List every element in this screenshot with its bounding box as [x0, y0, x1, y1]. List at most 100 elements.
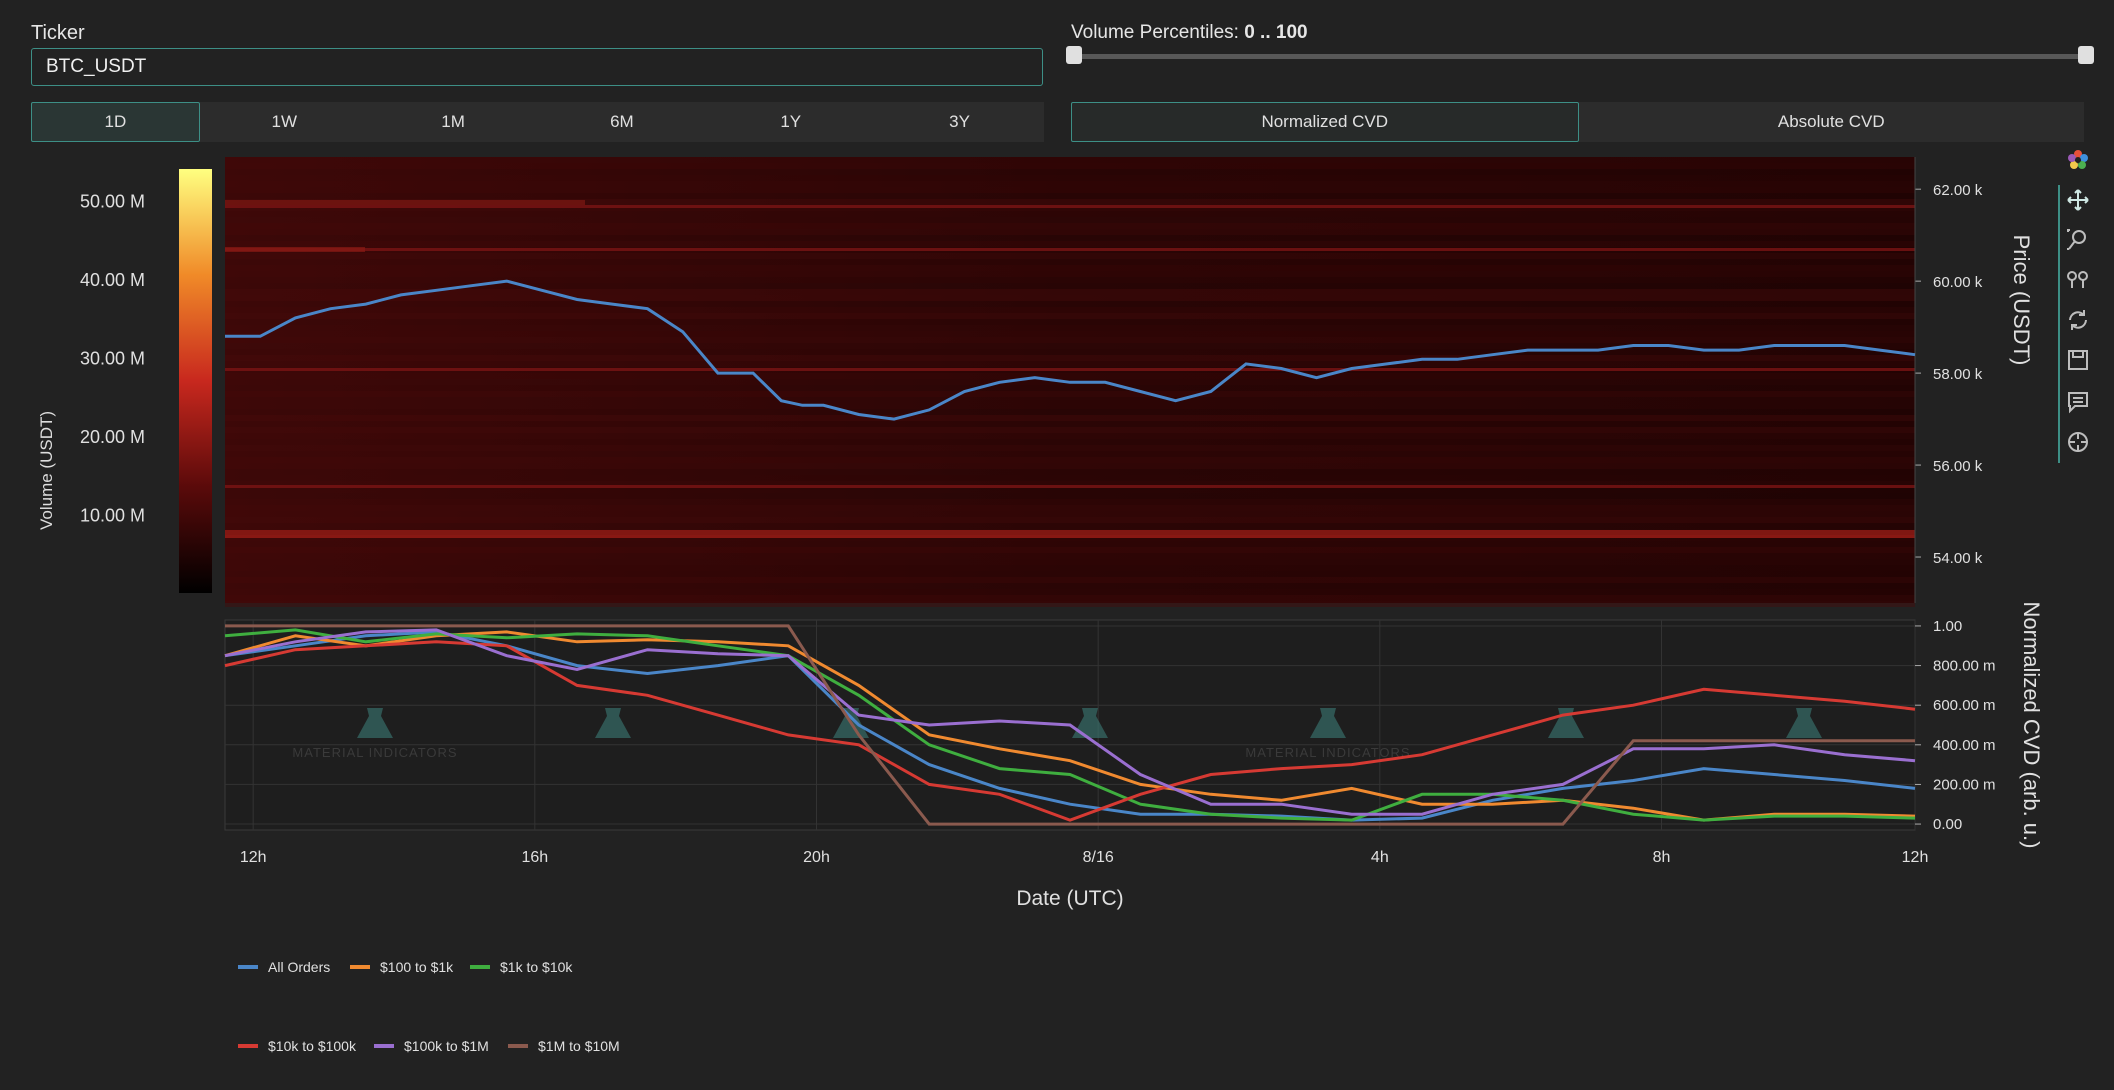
cvd-tick-label: 400.00 m — [1933, 737, 1996, 754]
volume-band — [225, 248, 1915, 251]
heatmap-row — [225, 463, 1915, 469]
volume-band — [225, 368, 1915, 371]
watermark-text: MATERIAL INDICATORS — [1245, 745, 1410, 760]
heatmap-row — [225, 517, 1915, 523]
price-axis-label: Price (USDT) — [2009, 235, 2034, 366]
zoom-icon[interactable] — [2066, 228, 2090, 252]
heatmap-row — [225, 229, 1915, 235]
legend-label: $100 to $1k — [380, 959, 454, 975]
colorbar-tick-label: 20.00 M — [80, 427, 145, 447]
heatmap-row — [225, 277, 1915, 283]
colorbar-tick-label: 50.00 M — [80, 191, 145, 211]
heatmap-row — [225, 403, 1915, 409]
heatmap-row — [225, 265, 1915, 271]
colorbar-label: Volume (USDT) — [37, 411, 56, 530]
chart-canvas[interactable]: 50.00 M 40.00 M 30.00 M 20.00 M 10.00 M Volu… — [0, 0, 2114, 1090]
heatmap-row — [225, 193, 1915, 199]
heatmap-row — [225, 337, 1915, 343]
heatmap-row — [225, 175, 1915, 181]
price-tick-label: 56.00 k — [1933, 458, 1983, 475]
heatmap-row — [225, 577, 1915, 583]
cvd-yaxis: 1.00 800.00 m 600.00 m 400.00 m 200.00 m 0.00 — [1915, 618, 1996, 833]
heatmap-row — [225, 559, 1915, 565]
price-tick-label: 60.00 k — [1933, 274, 1983, 291]
heatmap-row — [225, 565, 1915, 571]
cvd-tick-label: 200.00 m — [1933, 776, 1996, 793]
heatmap-row — [225, 415, 1915, 421]
volume-band — [225, 530, 1915, 538]
heatmap-row — [225, 373, 1915, 379]
toolbar-active-indicator — [2058, 185, 2060, 463]
heatmap-row — [225, 433, 1915, 439]
heatmap-row — [225, 493, 1915, 499]
save-icon[interactable] — [2066, 348, 2090, 372]
logo-icon[interactable] — [2066, 148, 2090, 172]
heatmap-row — [225, 391, 1915, 397]
pan-icon[interactable] — [2066, 188, 2090, 212]
heatmap-row — [225, 505, 1915, 511]
date-tick-label: 12h — [240, 849, 267, 866]
heatmap-row — [225, 601, 1915, 607]
heatmap-row — [225, 163, 1915, 169]
heatmap-row — [225, 241, 1915, 247]
heatmap-row — [225, 271, 1915, 277]
heatmap-row — [225, 421, 1915, 427]
heatmap-row — [225, 295, 1915, 301]
colorbar — [179, 169, 212, 593]
reset-icon[interactable] — [2066, 308, 2090, 332]
date-tick-label: 8/16 — [1083, 849, 1114, 866]
price-tick-label: 62.00 k — [1933, 182, 1983, 199]
legend-label: All Orders — [268, 959, 330, 975]
heatmap-row — [225, 439, 1915, 445]
heatmap-row — [225, 541, 1915, 547]
heatmap-row — [225, 289, 1915, 295]
cvd-tick-label: 800.00 m — [1933, 658, 1996, 675]
price-tick-label: 58.00 k — [1933, 366, 1983, 383]
hover-icon[interactable] — [2066, 390, 2090, 414]
cvd-tick-label: 600.00 m — [1933, 697, 1996, 714]
heatmap-row — [225, 187, 1915, 193]
volume-band — [225, 247, 365, 252]
heatmap-row — [225, 169, 1915, 175]
cvd-tick-label: 0.00 — [1933, 816, 1962, 833]
date-tick-label: 20h — [803, 849, 830, 866]
heatmap-row — [225, 235, 1915, 241]
heatmap-row — [225, 583, 1915, 589]
heatmap-row — [225, 451, 1915, 457]
legend-label: $1M to $10M — [538, 1038, 620, 1054]
compare-icon[interactable] — [2066, 268, 2090, 292]
legend: All Orders $100 to $1k $1k to $10k $10k to … — [238, 959, 620, 1054]
heatmap-row — [225, 457, 1915, 463]
colorbar-tick-label: 10.00 M — [80, 505, 145, 525]
heatmap-row — [225, 469, 1915, 475]
heatmap-row — [225, 319, 1915, 325]
heatmap-row — [225, 313, 1915, 319]
price-tick-label: 54.00 k — [1933, 550, 1983, 567]
date-tick-label: 16h — [521, 849, 548, 866]
heatmap-row — [225, 385, 1915, 391]
heatmap-row — [225, 325, 1915, 331]
heatmap-row — [225, 397, 1915, 403]
heatmap-row — [225, 361, 1915, 367]
heatmap-row — [225, 349, 1915, 355]
legend-label: $1k to $10k — [500, 959, 573, 975]
date-tick-label: 8h — [1653, 849, 1671, 866]
volume-band — [225, 485, 1915, 488]
colorbar-tick-label: 30.00 M — [80, 348, 145, 368]
cvd-axis-label: Normalized CVD (arb. u.) — [2019, 602, 2044, 849]
heatmap-row — [225, 253, 1915, 259]
cvd-tick-label: 1.00 — [1933, 618, 1962, 635]
heatmap-row — [225, 301, 1915, 307]
heatmap-row — [225, 211, 1915, 217]
watermark-text: MATERIAL INDICATORS — [292, 745, 457, 760]
date-axis-label: Date (UTC) — [1016, 887, 1123, 910]
spike-icon[interactable] — [2066, 430, 2090, 454]
heatmap-row — [225, 511, 1915, 517]
heatmap-row — [225, 217, 1915, 223]
heatmap-row — [225, 223, 1915, 229]
price-yaxis: 62.00 k 60.00 k 58.00 k 56.00 k 54.00 k — [1914, 157, 1983, 603]
heatmap-row — [225, 409, 1915, 415]
heatmap-row — [225, 523, 1915, 529]
heatmap-row — [225, 589, 1915, 595]
heatmap-row — [225, 427, 1915, 433]
